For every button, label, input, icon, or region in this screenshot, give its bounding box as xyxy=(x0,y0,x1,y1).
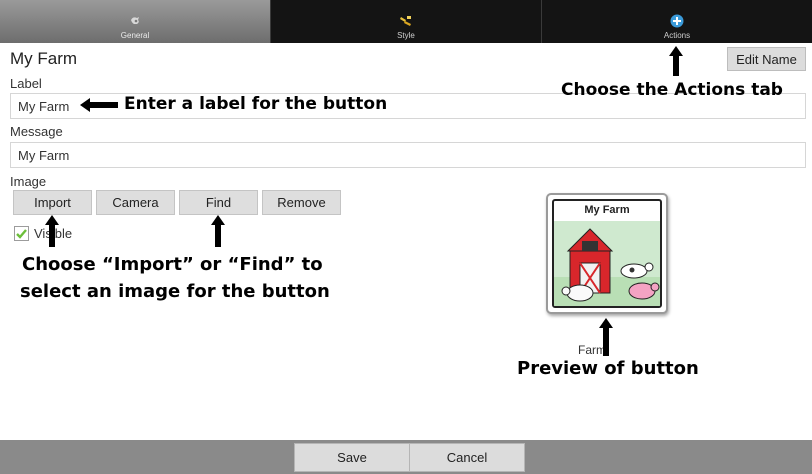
message-caption: Message xyxy=(10,124,63,139)
actions-hint-annotation: Choose the Actions tab xyxy=(561,80,783,100)
tab-style[interactable]: Style xyxy=(271,0,542,43)
tab-general-label: General xyxy=(120,31,150,40)
tab-bar: General Style Actions xyxy=(0,0,812,43)
message-input[interactable]: My Farm xyxy=(10,142,806,168)
label-caption: Label xyxy=(10,76,42,91)
left-arrow-icon xyxy=(80,98,118,112)
tab-style-label: Style xyxy=(397,31,415,40)
checkmark-icon xyxy=(16,229,27,239)
page-title: My Farm xyxy=(10,49,78,68)
image-caption: Image xyxy=(10,174,47,189)
tab-general[interactable]: General xyxy=(0,0,271,43)
tab-actions-label: Actions xyxy=(663,31,691,40)
edit-name-button[interactable]: Edit Name xyxy=(727,47,806,71)
label-input-value: My Farm xyxy=(18,98,70,114)
preview-title: My Farm xyxy=(584,204,630,216)
label-hint-annotation: Enter a label for the button xyxy=(124,94,388,114)
image-hint-line2: select an image for the button xyxy=(20,281,330,302)
farm-picture-icon xyxy=(554,221,660,306)
import-button[interactable]: Import xyxy=(13,190,92,215)
up-arrow-icon xyxy=(669,46,683,76)
button-preview-face: My Farm xyxy=(552,199,662,308)
up-arrow-icon xyxy=(45,215,59,247)
up-arrow-icon xyxy=(211,215,225,247)
cancel-button[interactable]: Cancel xyxy=(409,443,525,472)
remove-button[interactable]: Remove xyxy=(262,190,341,215)
visible-checkbox[interactable] xyxy=(14,226,29,241)
up-arrow-icon xyxy=(599,318,613,356)
button-preview: My Farm xyxy=(546,193,668,314)
find-button[interactable]: Find xyxy=(179,190,258,215)
plus-circle-icon xyxy=(670,14,684,28)
tab-actions[interactable]: Actions xyxy=(542,0,812,43)
message-input-value: My Farm xyxy=(18,147,70,163)
image-hint-line1: Choose “Import” or “Find” to xyxy=(22,254,323,275)
camera-button[interactable]: Camera xyxy=(96,190,175,215)
save-button[interactable]: Save xyxy=(294,443,410,472)
preview-hint-annotation: Preview of button xyxy=(517,358,699,379)
paint-brush-icon xyxy=(400,16,411,26)
gear-icon xyxy=(131,17,139,24)
